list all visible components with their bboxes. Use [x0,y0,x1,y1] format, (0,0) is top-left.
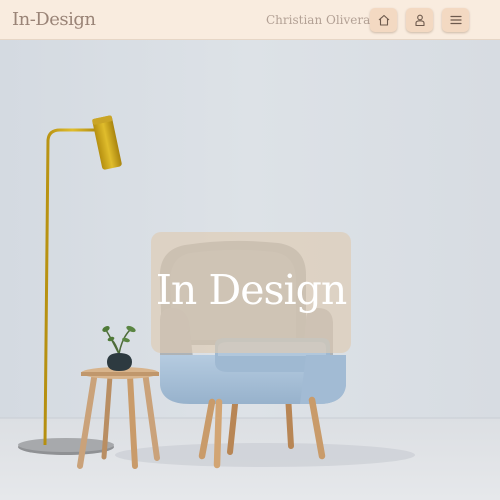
user-icon [414,14,425,27]
top-nav-bar: In-Design Christian Olivera [0,0,500,40]
home-button[interactable] [370,8,397,32]
user-name[interactable]: Christian Olivera [266,13,370,27]
home-icon [378,14,389,26]
hero-image: In Design [0,40,500,500]
user-button[interactable] [406,8,433,32]
site-logo[interactable]: In-Design [12,9,96,30]
menu-button[interactable] [442,8,469,32]
hero-title: In Design [155,266,348,314]
menu-icon [449,15,462,25]
